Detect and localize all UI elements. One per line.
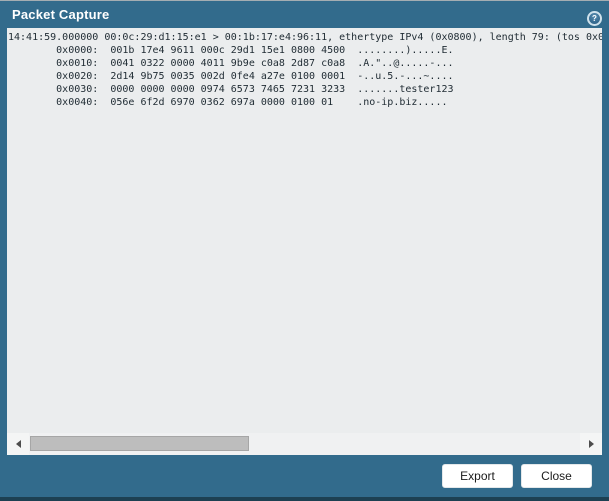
scrollbar-thumb[interactable] [30,436,249,451]
horizontal-scrollbar[interactable] [7,433,602,455]
dialog-window: { "dialog": { "title": "Packet Capture",… [0,0,609,501]
dialog-title: Packet Capture [12,7,110,22]
close-button[interactable]: Close [521,464,592,488]
packet-dump-text: 14:41:59.000000 00:0c:29:d1:15:e1 > 00:1… [8,32,602,108]
packet-dump-panel: 14:41:59.000000 00:0c:29:d1:15:e1 > 00:1… [7,28,602,433]
window-bottom-edge [0,497,609,501]
right-arrow-icon [588,440,594,448]
left-arrow-icon [15,440,21,448]
question-mark-glyph: ? [589,13,600,24]
scroll-left-button[interactable] [7,433,29,455]
scroll-right-button[interactable] [580,433,602,455]
export-button[interactable]: Export [442,464,513,488]
button-bar: Export Close [0,455,609,497]
title-bar: Packet Capture ? [0,1,609,28]
help-icon[interactable]: ? [587,11,602,26]
